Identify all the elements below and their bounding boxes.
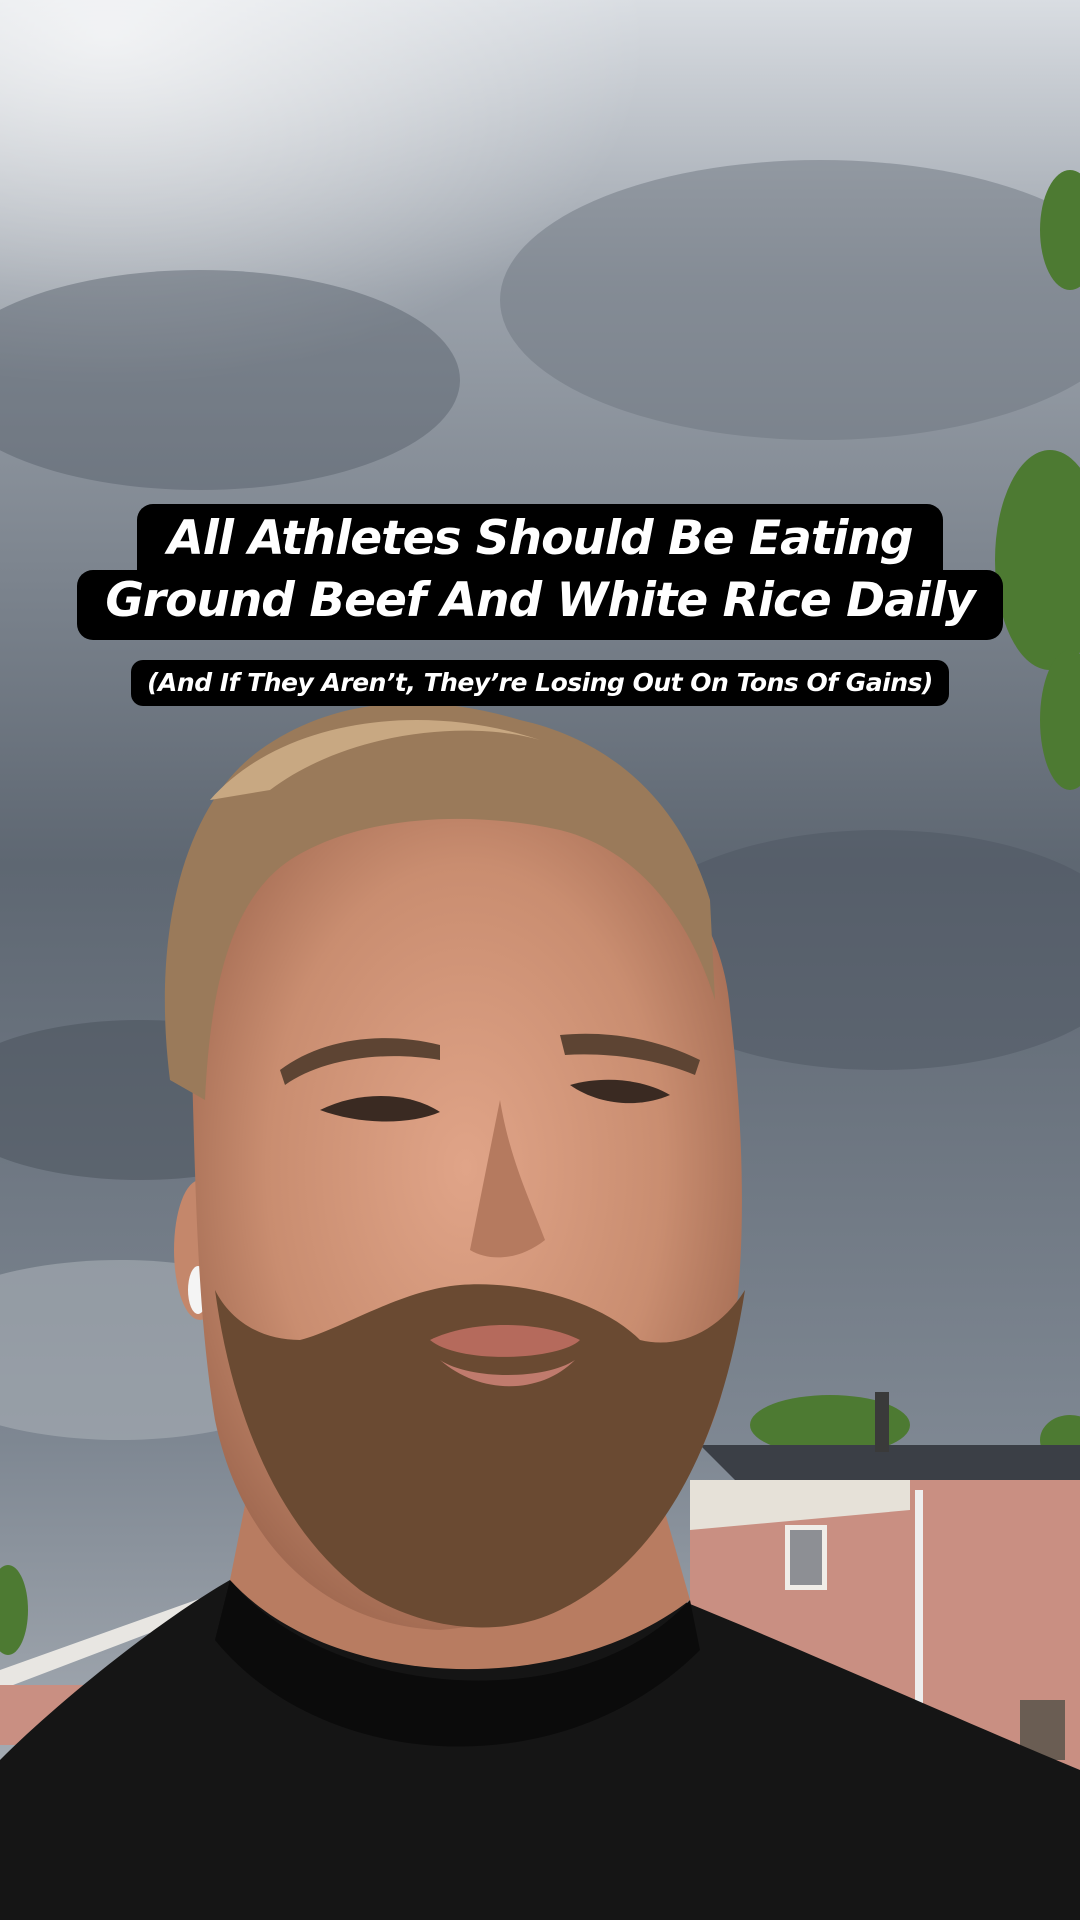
title-line-1: All Athletes Should Be Eating bbox=[137, 504, 943, 570]
video-frame: All Athletes Should Be Eating Ground Bee… bbox=[0, 0, 1080, 1920]
background-photo bbox=[0, 0, 1080, 1920]
video-subtitle-caption: (And If They Aren’t, They’re Losing Out … bbox=[0, 660, 1080, 706]
title-line-2: Ground Beef And White Rice Daily bbox=[77, 570, 1003, 640]
subtitle-text: (And If They Aren’t, They’re Losing Out … bbox=[131, 660, 949, 706]
video-title-caption: All Athletes Should Be Eating Ground Bee… bbox=[0, 504, 1080, 640]
